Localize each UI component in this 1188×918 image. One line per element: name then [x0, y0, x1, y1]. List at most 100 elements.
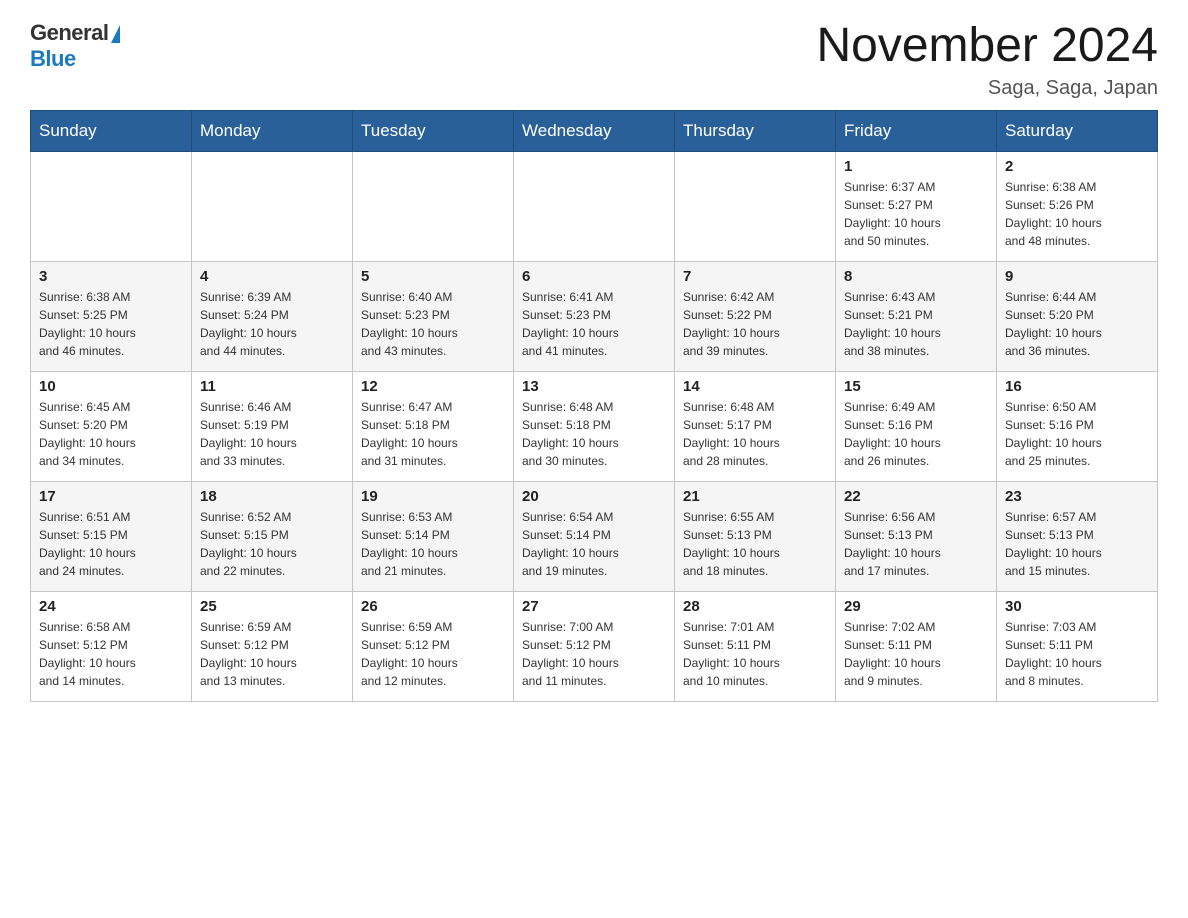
sun-info: Sunrise: 6:59 AMSunset: 5:12 PMDaylight:… [200, 618, 344, 690]
day-number: 9 [1005, 268, 1149, 285]
sun-info: Sunrise: 7:03 AMSunset: 5:11 PMDaylight:… [1005, 618, 1149, 690]
header: General Blue November 2024 Saga, Saga, J… [30, 20, 1158, 100]
calendar-cell [192, 151, 353, 261]
day-header-monday: Monday [192, 110, 353, 151]
day-number: 25 [200, 598, 344, 615]
calendar-cell: 8 Sunrise: 6:43 AMSunset: 5:21 PMDaylight… [836, 261, 997, 371]
location-subtitle: Saga, Saga, Japan [816, 77, 1158, 100]
day-number: 17 [39, 488, 183, 505]
title-area: November 2024 Saga, Saga, Japan [816, 20, 1158, 100]
calendar-cell: 22 Sunrise: 6:56 AMSunset: 5:13 PMDayligh… [836, 481, 997, 591]
sun-info: Sunrise: 6:58 AMSunset: 5:12 PMDaylight:… [39, 618, 183, 690]
sun-info: Sunrise: 6:48 AMSunset: 5:18 PMDaylight:… [522, 398, 666, 470]
logo-general-text: General [30, 20, 108, 46]
month-year-title: November 2024 [816, 20, 1158, 73]
day-number: 20 [522, 488, 666, 505]
sun-info: Sunrise: 6:57 AMSunset: 5:13 PMDaylight:… [1005, 508, 1149, 580]
sun-info: Sunrise: 6:50 AMSunset: 5:16 PMDaylight:… [1005, 398, 1149, 470]
calendar-cell: 19Sunrise: 6:53 AMSunset: 5:14 PMDayligh… [353, 481, 514, 591]
calendar-cell: 9 Sunrise: 6:44 AMSunset: 5:20 PMDaylight… [997, 261, 1158, 371]
calendar-cell: 2 Sunrise: 6:38 AMSunset: 5:26 PMDaylight… [997, 151, 1158, 261]
logo-blue-text: Blue [30, 46, 76, 72]
day-header-sunday: Sunday [31, 110, 192, 151]
day-header-tuesday: Tuesday [353, 110, 514, 151]
calendar-cell: 15 Sunrise: 6:49 AMSunset: 5:16 PMDayligh… [836, 371, 997, 481]
sun-info: Sunrise: 7:00 AMSunset: 5:12 PMDaylight:… [522, 618, 666, 690]
day-number: 7 [683, 268, 827, 285]
day-number: 2 [1005, 158, 1149, 175]
day-header-friday: Friday [836, 110, 997, 151]
sun-info: Sunrise: 6:56 AMSunset: 5:13 PMDaylight:… [844, 508, 988, 580]
calendar-cell: 1 Sunrise: 6:37 AMSunset: 5:27 PMDaylight… [836, 151, 997, 261]
calendar-cell: 29Sunrise: 7:02 AMSunset: 5:11 PMDayligh… [836, 591, 997, 701]
sun-info: Sunrise: 6:39 AMSunset: 5:24 PMDaylight:… [200, 288, 344, 360]
calendar-cell: 6Sunrise: 6:41 AMSunset: 5:23 PMDaylight… [514, 261, 675, 371]
sun-info: Sunrise: 6:46 AMSunset: 5:19 PMDaylight:… [200, 398, 344, 470]
calendar-cell: 3 Sunrise: 6:38 AMSunset: 5:25 PMDaylight… [31, 261, 192, 371]
calendar-cell: 25 Sunrise: 6:59 AMSunset: 5:12 PMDayligh… [192, 591, 353, 701]
week-row-3: 10 Sunrise: 6:45 AMSunset: 5:20 PMDayligh… [31, 371, 1158, 481]
sun-info: Sunrise: 6:44 AMSunset: 5:20 PMDaylight:… [1005, 288, 1149, 360]
calendar-body: 1 Sunrise: 6:37 AMSunset: 5:27 PMDaylight… [31, 151, 1158, 701]
calendar-cell: 14Sunrise: 6:48 AMSunset: 5:17 PMDayligh… [675, 371, 836, 481]
calendar-cell: 10 Sunrise: 6:45 AMSunset: 5:20 PMDayligh… [31, 371, 192, 481]
logo: General Blue [30, 20, 120, 72]
day-number: 10 [39, 378, 183, 395]
week-row-4: 17 Sunrise: 6:51 AMSunset: 5:15 PMDayligh… [31, 481, 1158, 591]
calendar-cell: 26 Sunrise: 6:59 AMSunset: 5:12 PMDayligh… [353, 591, 514, 701]
sun-info: Sunrise: 6:49 AMSunset: 5:16 PMDaylight:… [844, 398, 988, 470]
day-header-thursday: Thursday [675, 110, 836, 151]
day-number: 11 [200, 378, 344, 395]
calendar-cell: 30 Sunrise: 7:03 AMSunset: 5:11 PMDayligh… [997, 591, 1158, 701]
header-row: SundayMondayTuesdayWednesdayThursdayFrid… [31, 110, 1158, 151]
calendar-cell: 13 Sunrise: 6:48 AMSunset: 5:18 PMDayligh… [514, 371, 675, 481]
sun-info: Sunrise: 6:42 AMSunset: 5:22 PMDaylight:… [683, 288, 827, 360]
day-number: 26 [361, 598, 505, 615]
calendar-cell: 4 Sunrise: 6:39 AMSunset: 5:24 PMDaylight… [192, 261, 353, 371]
day-header-saturday: Saturday [997, 110, 1158, 151]
calendar-cell: 24 Sunrise: 6:58 AMSunset: 5:12 PMDayligh… [31, 591, 192, 701]
calendar-cell: 7 Sunrise: 6:42 AMSunset: 5:22 PMDaylight… [675, 261, 836, 371]
calendar-cell: 16 Sunrise: 6:50 AMSunset: 5:16 PMDayligh… [997, 371, 1158, 481]
day-number: 22 [844, 488, 988, 505]
sun-info: Sunrise: 6:51 AMSunset: 5:15 PMDaylight:… [39, 508, 183, 580]
day-number: 1 [844, 158, 988, 175]
day-number: 30 [1005, 598, 1149, 615]
sun-info: Sunrise: 6:40 AMSunset: 5:23 PMDaylight:… [361, 288, 505, 360]
day-number: 14 [683, 378, 827, 395]
day-number: 5 [361, 268, 505, 285]
sun-info: Sunrise: 6:37 AMSunset: 5:27 PMDaylight:… [844, 178, 988, 250]
day-number: 15 [844, 378, 988, 395]
day-header-wednesday: Wednesday [514, 110, 675, 151]
day-number: 24 [39, 598, 183, 615]
day-number: 4 [200, 268, 344, 285]
sun-info: Sunrise: 6:38 AMSunset: 5:25 PMDaylight:… [39, 288, 183, 360]
day-number: 23 [1005, 488, 1149, 505]
calendar-cell: 28Sunrise: 7:01 AMSunset: 5:11 PMDayligh… [675, 591, 836, 701]
calendar-cell: 21Sunrise: 6:55 AMSunset: 5:13 PMDayligh… [675, 481, 836, 591]
logo-triangle-icon [111, 25, 120, 43]
day-number: 29 [844, 598, 988, 615]
calendar-cell [353, 151, 514, 261]
calendar-cell [514, 151, 675, 261]
sun-info: Sunrise: 6:43 AMSunset: 5:21 PMDaylight:… [844, 288, 988, 360]
calendar-cell [675, 151, 836, 261]
calendar-cell: 5 Sunrise: 6:40 AMSunset: 5:23 PMDaylight… [353, 261, 514, 371]
calendar-cell: 17 Sunrise: 6:51 AMSunset: 5:15 PMDayligh… [31, 481, 192, 591]
day-number: 16 [1005, 378, 1149, 395]
day-number: 13 [522, 378, 666, 395]
calendar-cell: 27Sunrise: 7:00 AMSunset: 5:12 PMDayligh… [514, 591, 675, 701]
sun-info: Sunrise: 6:38 AMSunset: 5:26 PMDaylight:… [1005, 178, 1149, 250]
sun-info: Sunrise: 6:45 AMSunset: 5:20 PMDaylight:… [39, 398, 183, 470]
calendar-cell: 23 Sunrise: 6:57 AMSunset: 5:13 PMDayligh… [997, 481, 1158, 591]
sun-info: Sunrise: 6:59 AMSunset: 5:12 PMDaylight:… [361, 618, 505, 690]
day-number: 6 [522, 268, 666, 285]
calendar-cell [31, 151, 192, 261]
calendar-header: SundayMondayTuesdayWednesdayThursdayFrid… [31, 110, 1158, 151]
calendar-cell: 18Sunrise: 6:52 AMSunset: 5:15 PMDayligh… [192, 481, 353, 591]
week-row-1: 1 Sunrise: 6:37 AMSunset: 5:27 PMDaylight… [31, 151, 1158, 261]
day-number: 8 [844, 268, 988, 285]
day-number: 3 [39, 268, 183, 285]
sun-info: Sunrise: 6:52 AMSunset: 5:15 PMDaylight:… [200, 508, 344, 580]
calendar-table: SundayMondayTuesdayWednesdayThursdayFrid… [30, 110, 1158, 702]
